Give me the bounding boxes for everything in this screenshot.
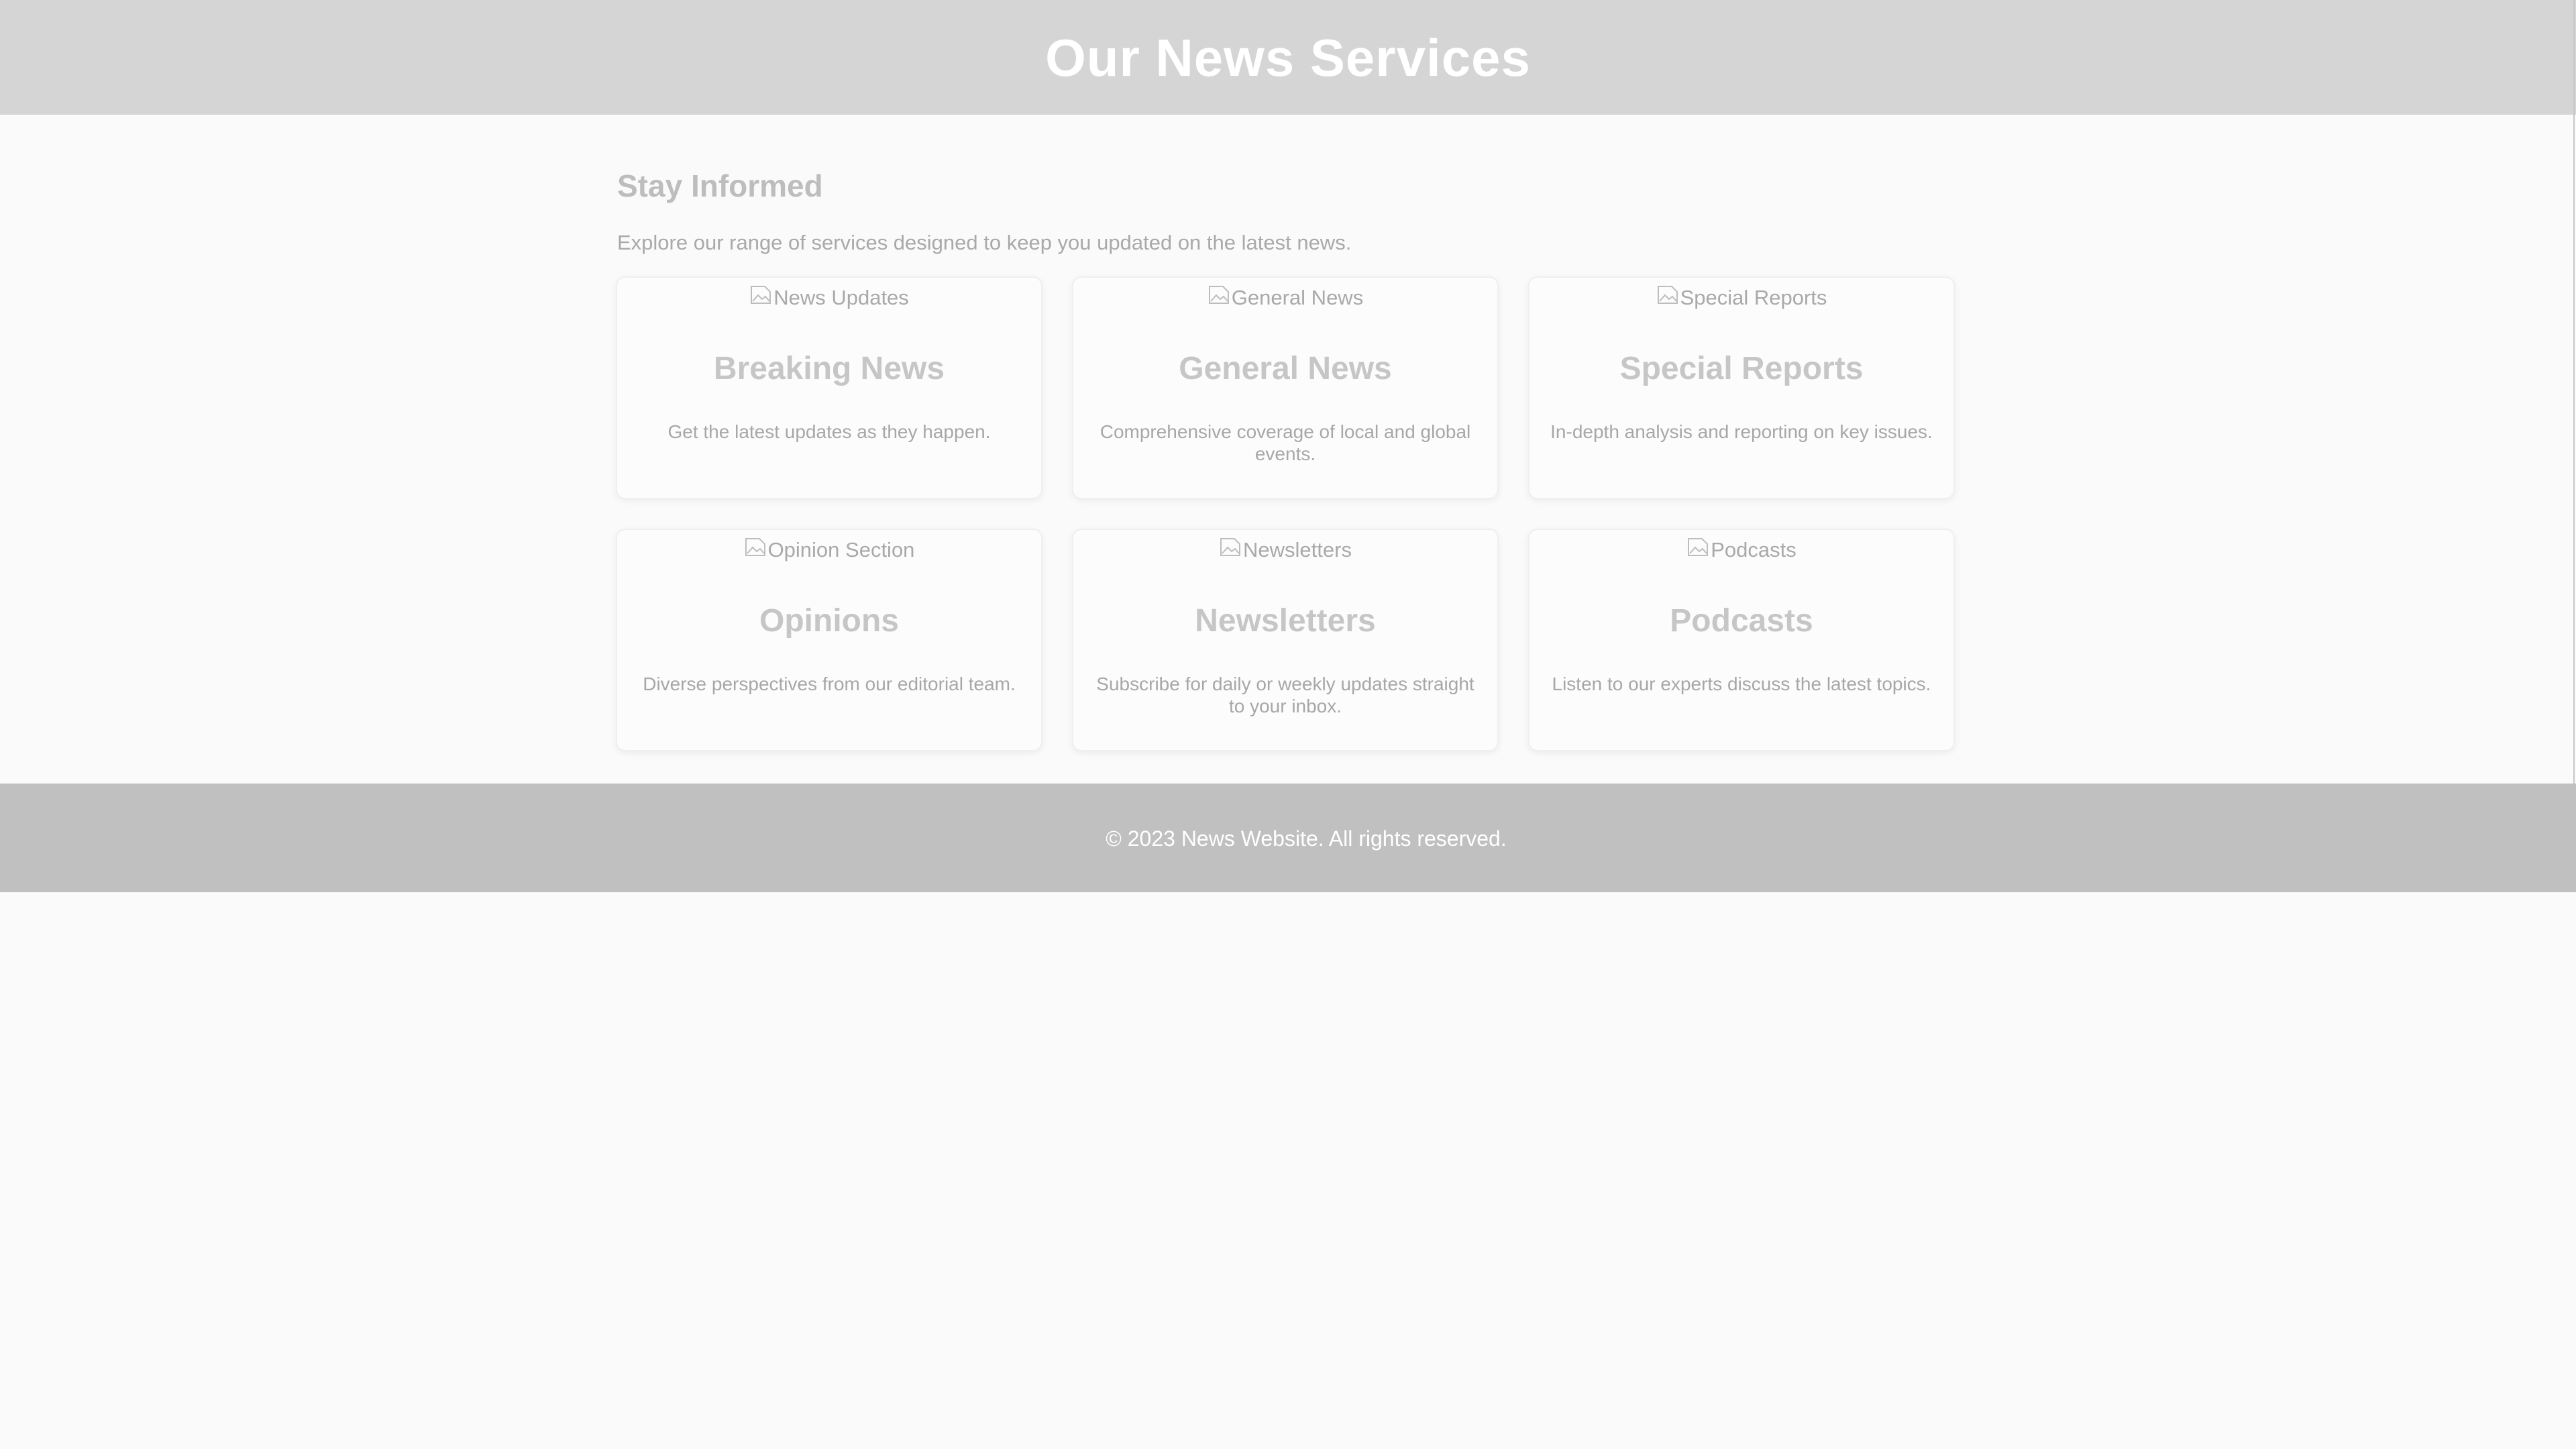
service-image-podcasts: Podcasts <box>1529 537 1953 564</box>
image-alt-text: Special Reports <box>1680 286 1827 309</box>
broken-image-icon <box>1219 535 1242 557</box>
service-image-opinions: Opinion Section <box>617 537 1041 564</box>
image-alt-text: Opinion Section <box>767 538 915 561</box>
broken-image-icon <box>744 535 767 557</box>
service-description: Listen to our experts discuss the latest… <box>1552 674 1931 694</box>
service-description: In-depth analysis and reporting on key i… <box>1550 421 1933 442</box>
broken-image-icon <box>1686 535 1709 557</box>
service-card-newsletters[interactable]: Newsletters Newsletters Subscribe for da… <box>1072 529 1499 751</box>
site-header: Our News Services <box>0 0 2576 115</box>
service-image-newsletters: Newsletters <box>1073 537 1497 564</box>
broken-image-icon <box>1656 282 1679 305</box>
service-image-special-reports: Special Reports <box>1529 284 1953 311</box>
copyright-text: © 2023 News Website. All rights reserved… <box>1106 826 1507 851</box>
service-image-breaking-news: News Updates <box>617 284 1041 311</box>
page: Our News Services Stay Informed Explore … <box>0 0 2576 1449</box>
scrollbar-edge <box>2573 0 2575 892</box>
service-title: Opinions <box>759 603 899 639</box>
service-title: Special Reports <box>1619 351 1864 386</box>
image-alt-text: Podcasts <box>1711 538 1796 561</box>
service-card-podcasts[interactable]: Podcasts Podcasts Listen to our experts … <box>1528 529 1955 751</box>
image-alt-text: Newsletters <box>1243 538 1352 561</box>
service-description: Diverse perspectives from our editorial … <box>643 674 1016 694</box>
service-description: Get the latest updates as they happen. <box>667 421 991 442</box>
service-description: Subscribe for daily or weekly updates st… <box>1096 674 1474 716</box>
service-card-opinions[interactable]: Opinion Section Opinions Diverse perspec… <box>616 529 1042 751</box>
service-title: General News <box>1179 351 1392 386</box>
page-title: Our News Services <box>1045 28 1531 87</box>
service-image-general-news: General News <box>1073 284 1497 311</box>
service-title: Newsletters <box>1195 603 1376 639</box>
service-card-breaking-news[interactable]: News Updates Breaking News Get the lates… <box>616 276 1042 499</box>
section-heading: Stay Informed <box>617 168 823 203</box>
image-alt-text: News Updates <box>773 286 909 309</box>
service-title: Breaking News <box>713 351 945 386</box>
broken-image-icon <box>1208 282 1230 305</box>
service-card-special-reports[interactable]: Special Reports Special Reports In-depth… <box>1528 276 1955 499</box>
service-title: Podcasts <box>1670 603 1813 639</box>
section-description: Explore our range of services designed t… <box>617 231 1352 254</box>
service-card-general-news[interactable]: General News General News Comprehensive … <box>1072 276 1499 499</box>
site-footer: © 2023 News Website. All rights reserved… <box>0 784 2576 892</box>
broken-image-icon <box>749 282 772 305</box>
image-alt-text: General News <box>1231 286 1364 309</box>
service-description: Comprehensive coverage of local and glob… <box>1099 421 1471 464</box>
